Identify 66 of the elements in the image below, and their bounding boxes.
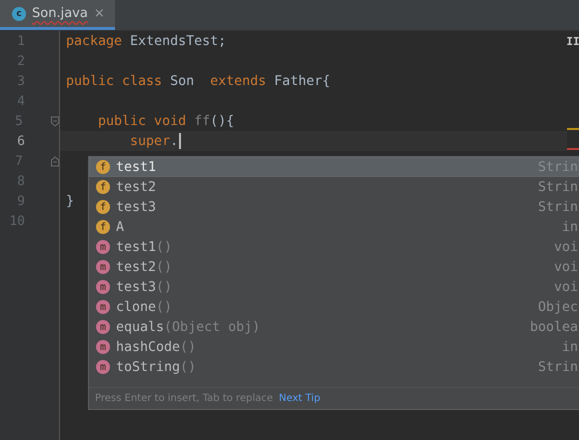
item-name: test3 [116, 200, 156, 214]
completion-item[interactable]: m hashCode() in [89, 337, 579, 357]
reader-mode-icon[interactable]: II [566, 35, 579, 48]
item-params: () [156, 300, 172, 314]
item-type: Objec [538, 300, 579, 314]
code-line: package ExtendsTest; [66, 34, 226, 48]
next-tip-link[interactable]: Next Tip [278, 393, 320, 404]
item-name: test1 [116, 240, 156, 254]
item-name: test1 [116, 160, 156, 174]
completion-item[interactable]: f test2 Strin [89, 177, 579, 197]
item-type: voi [554, 240, 579, 254]
completion-item[interactable]: m test1() voi [89, 237, 579, 257]
item-name: test2 [116, 260, 156, 274]
close-icon[interactable]: × [94, 6, 105, 21]
method-icon: m [96, 300, 110, 314]
code-line: public class Son extends Father{ [66, 74, 330, 88]
item-type: Strin [538, 200, 579, 214]
item-type: boolea [530, 320, 579, 334]
field-icon: f [96, 220, 110, 234]
method-icon: m [96, 320, 110, 334]
file-tab[interactable]: c Son.java × [0, 0, 115, 30]
tab-label: Son.java [32, 6, 88, 21]
method-icon: m [96, 340, 110, 354]
code-line: public void ff(){ [97, 114, 234, 128]
item-name: test2 [116, 180, 156, 194]
error-marker[interactable] [566, 148, 579, 150]
fold-icon[interactable] [50, 156, 59, 166]
completion-item[interactable]: m toString() Strin [89, 357, 579, 377]
item-type: in [562, 220, 579, 234]
code-line: super. [66, 133, 182, 149]
item-params: () [180, 340, 196, 354]
method-icon: m [96, 360, 110, 374]
field-icon: f [96, 160, 110, 174]
item-name: equals [116, 320, 164, 334]
item-name: A [116, 220, 124, 234]
item-name: toString [116, 360, 180, 374]
item-name: test3 [116, 280, 156, 294]
item-params: () [156, 240, 172, 254]
method-icon: m [96, 280, 110, 294]
item-params: () [156, 260, 172, 274]
item-type: Strin [538, 360, 579, 374]
item-name: clone [116, 300, 156, 314]
code-line: } [66, 194, 74, 208]
completion-item[interactable]: m test2() voi [89, 257, 579, 277]
item-params: (Object obj) [164, 320, 260, 334]
item-type: Strin [538, 180, 579, 194]
item-params: () [156, 280, 172, 294]
item-name: hashCode [116, 340, 180, 354]
item-type: voi [554, 280, 579, 294]
completion-item[interactable]: f test3 Strin [89, 197, 579, 217]
method-icon: m [96, 240, 110, 254]
field-icon: f [96, 180, 110, 194]
line-number: 6 [16, 134, 25, 148]
completion-item[interactable]: m equals(Object obj) boolea [89, 317, 579, 337]
field-icon: f [96, 200, 110, 214]
fold-icon[interactable] [50, 116, 59, 126]
item-type: in [562, 340, 579, 354]
completion-item[interactable]: m clone() Objec [89, 297, 579, 317]
class-icon: c [12, 6, 26, 20]
item-type: voi [554, 260, 579, 274]
completion-item[interactable]: f A in [89, 217, 579, 237]
completion-item[interactable]: m test3() voi [89, 277, 579, 297]
text-caret [179, 133, 182, 149]
warning-marker[interactable] [566, 128, 579, 130]
item-params: () [180, 360, 196, 374]
method-icon: m [96, 260, 110, 274]
